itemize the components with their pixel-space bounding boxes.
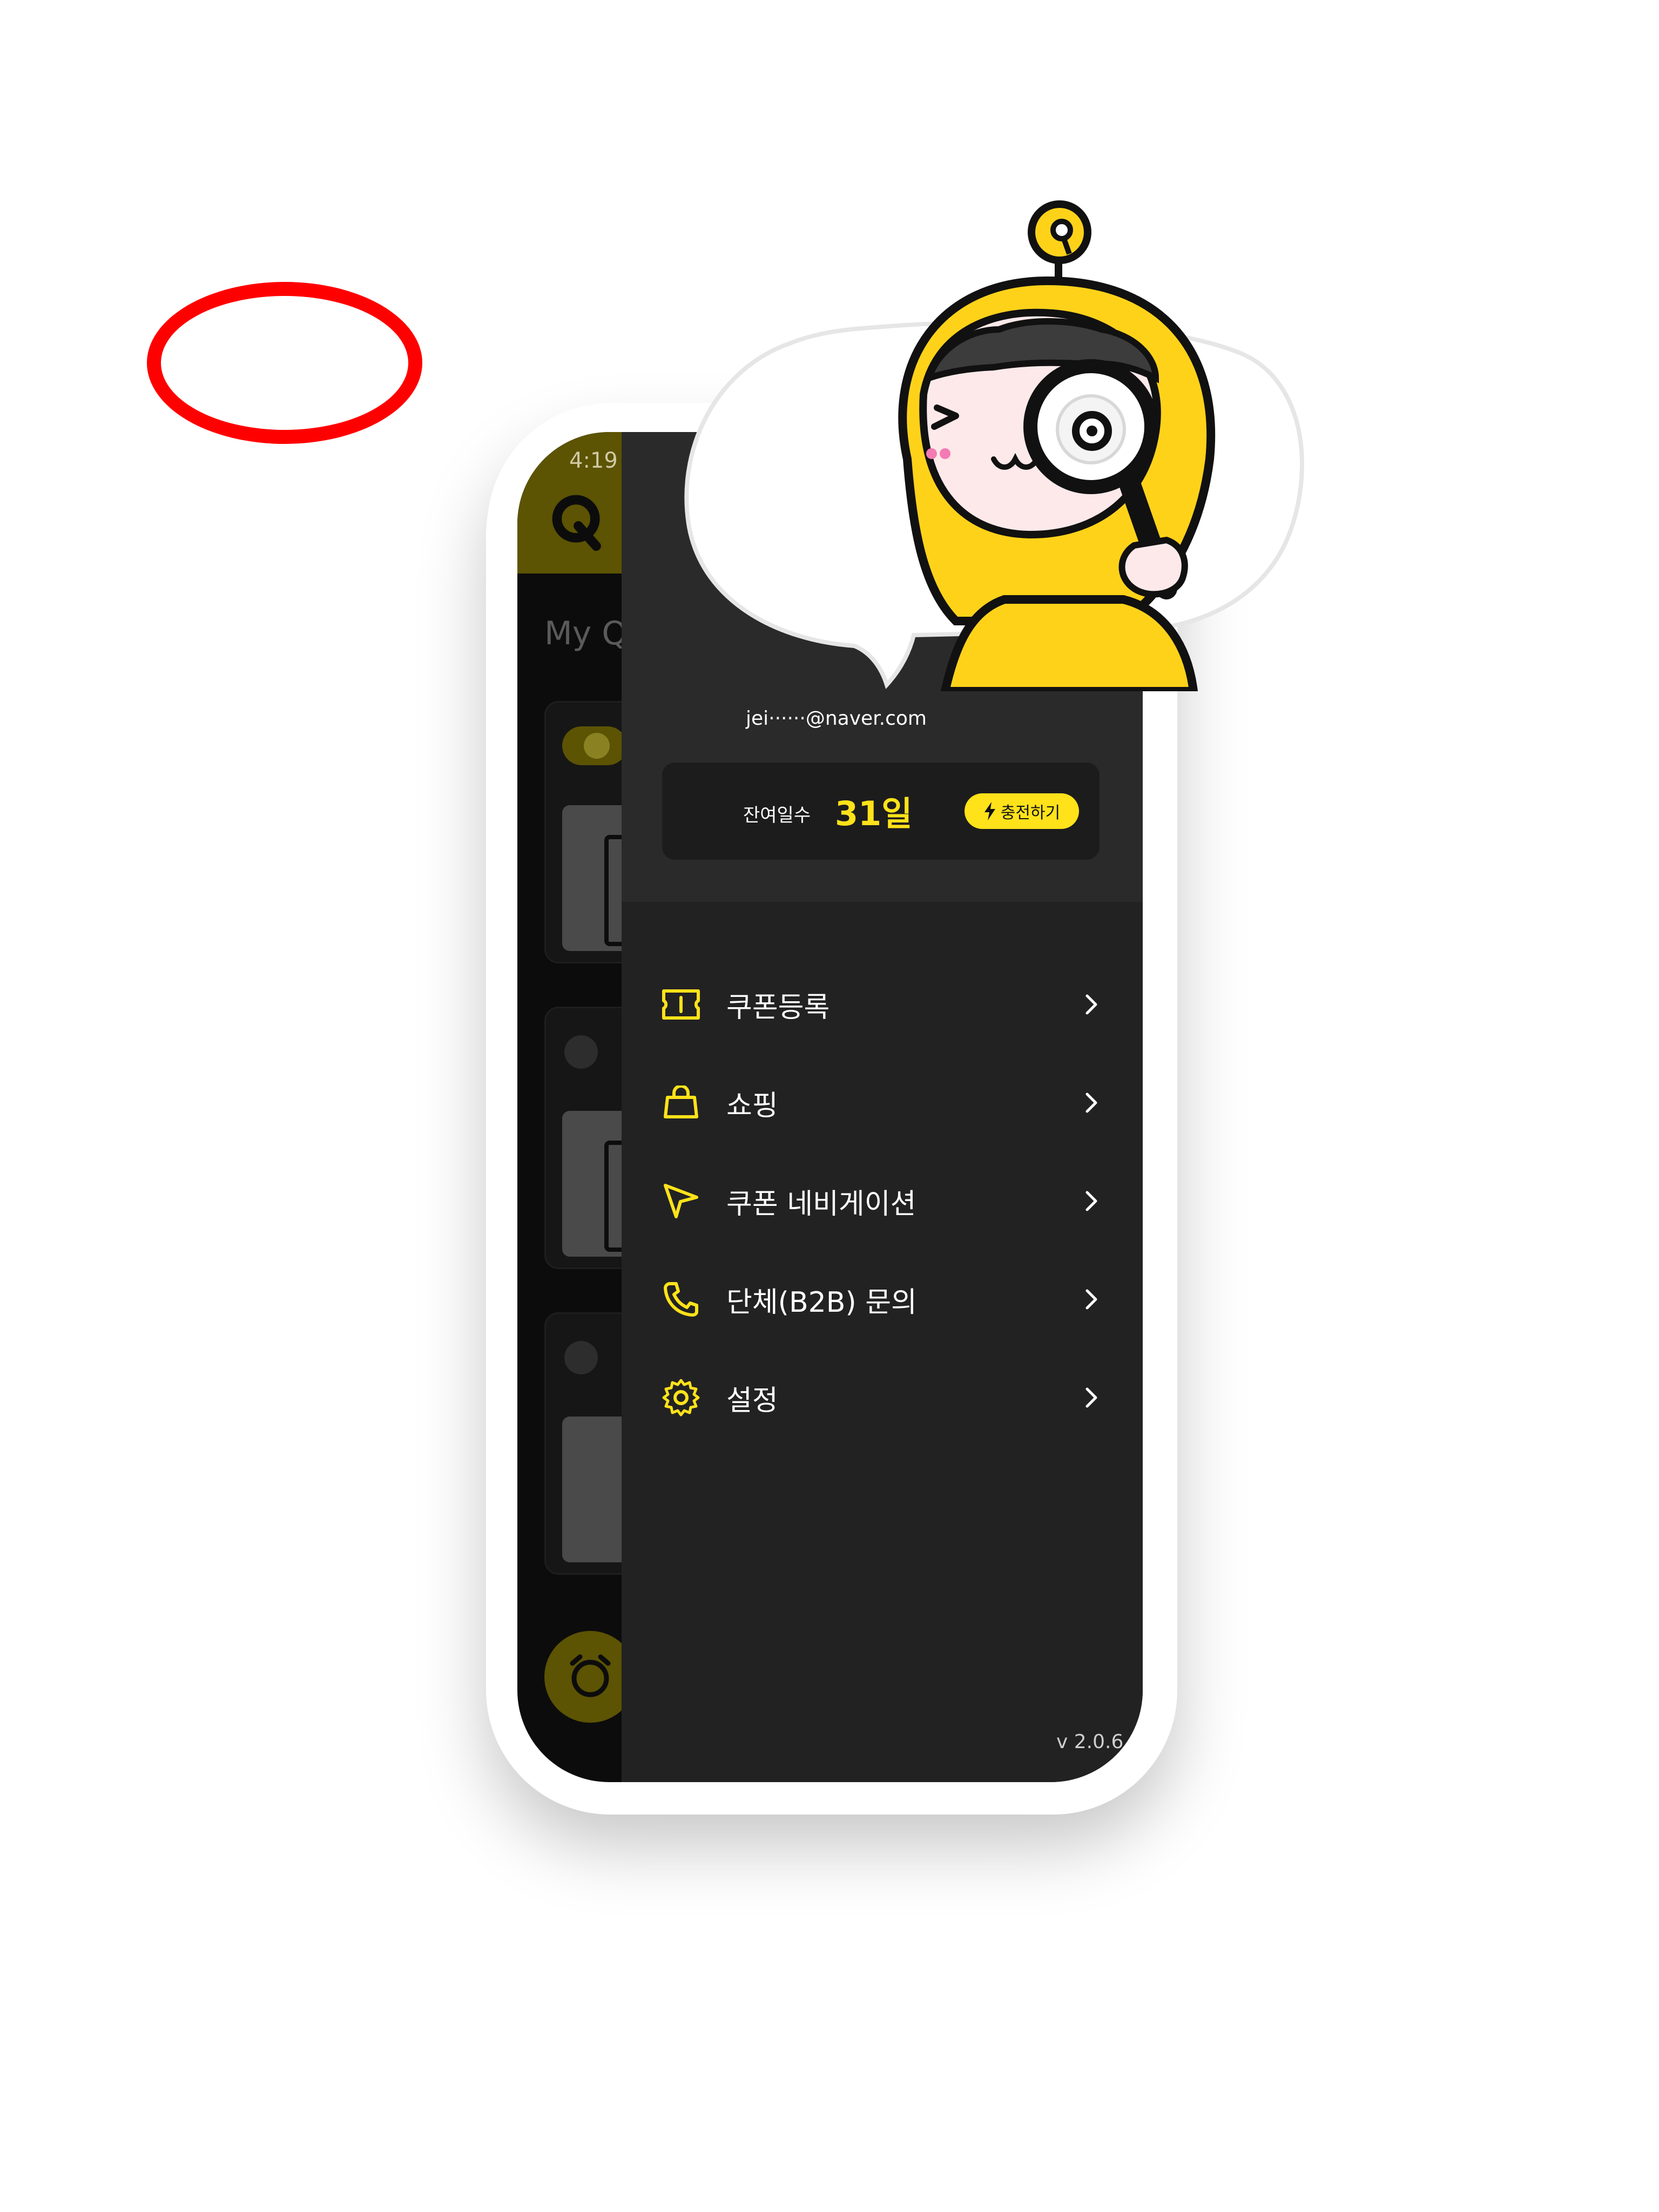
menu-item-label: 쿠폰 네비게이션 [726,1188,916,1220]
remaining-days-box: 잔여일수 31일 충전하기 [662,763,1100,860]
coupon-icon [659,983,703,1026]
menu-item-coupon-navigation[interactable]: 쿠폰 네비게이션 [659,1169,1108,1233]
chevron-right-icon [1075,1087,1108,1119]
status-badge [562,726,627,765]
charge-button-label: 충전하기 [1000,804,1061,822]
chevron-right-icon [1075,1185,1108,1217]
bell-off-icon[interactable] [564,1341,598,1374]
alarm-icon [570,1654,611,1697]
menu-item-label: 쿠폰등록 [726,991,830,1024]
menu-item-label: 쇼핑 [726,1089,778,1122]
navigation-arrow-icon [659,1179,703,1223]
charge-button[interactable]: 충전하기 [965,793,1079,829]
menu-item-label: 단체(B2B) 문의 [726,1286,917,1319]
menu-item-shopping[interactable]: 쇼핑 [659,1070,1108,1135]
shopping-bag-icon [659,1081,703,1124]
menu-item-settings[interactable]: 설정 [659,1365,1108,1430]
bell-off-icon[interactable] [564,1035,598,1069]
gear-icon [659,1376,703,1419]
user-email: jei······@naver.com [746,707,927,730]
menu-item-b2b-inquiry[interactable]: 단체(B2B) 문의 [659,1267,1108,1332]
phone-icon [659,1278,703,1321]
app-logo-icon [552,495,601,551]
highlight-circle [147,282,422,444]
mascot-detective-icon [898,200,1216,691]
remaining-days-label: 잔여일수 [743,805,811,826]
chevron-right-icon [1075,1381,1108,1414]
remaining-days-value: 31일 [835,794,913,833]
status-time: 4:19 [569,448,618,473]
lightning-icon [984,802,995,820]
chevron-right-icon [1075,1283,1108,1316]
badge-dot-icon [584,733,610,759]
menu-item-label: 설정 [726,1384,778,1417]
app-version: v 2.0.6 [1056,1731,1124,1753]
page-title: My Q [544,615,628,652]
chevron-right-icon [1075,988,1108,1021]
menu-item-coupon-register[interactable]: 쿠폰등록 [659,972,1108,1037]
